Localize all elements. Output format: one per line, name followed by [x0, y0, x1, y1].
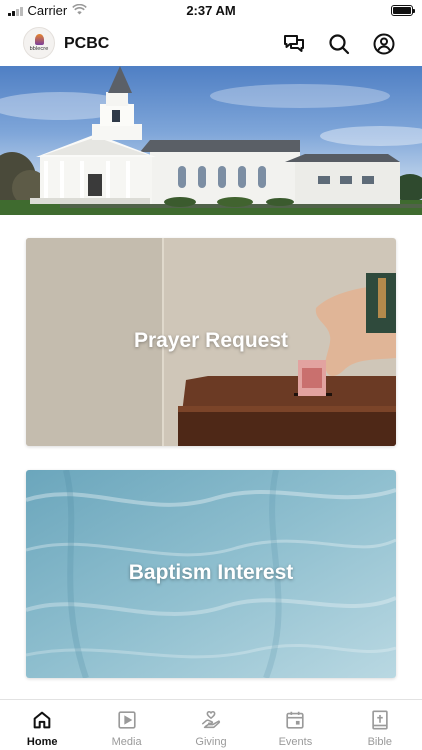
app-header: bblecre PCBC [0, 22, 422, 66]
baptism-interest-title: Baptism Interest [128, 561, 294, 584]
tab-media-label: Media [111, 736, 142, 748]
church-hero-image [0, 66, 422, 215]
tab-giving[interactable]: Giving [169, 700, 253, 750]
battery-icon [391, 5, 415, 16]
tab-bible[interactable]: Bible [338, 700, 422, 750]
media-icon [116, 709, 138, 731]
status-bar: Carrier 2:37 AM [0, 0, 422, 22]
status-time: 2:37 AM [186, 3, 236, 18]
profile-icon[interactable] [372, 32, 396, 56]
bottom-tab-bar: Home Media Giving Events Bible [0, 699, 422, 750]
bible-icon [369, 709, 391, 731]
prayer-request-card[interactable]: Prayer Request [26, 238, 396, 446]
tab-bible-label: Bible [367, 736, 393, 748]
home-icon [31, 709, 53, 731]
events-icon [284, 709, 306, 731]
tab-giving-label: Giving [195, 736, 227, 748]
logo-flame-icon [34, 34, 44, 45]
church-logo[interactable]: bblecre [23, 27, 55, 59]
tab-events[interactable]: Events [253, 700, 337, 750]
prayer-request-title: Prayer Request [133, 329, 289, 352]
search-icon[interactable] [327, 32, 351, 56]
baptism-interest-card[interactable]: Baptism Interest [26, 470, 396, 678]
chat-icon[interactable] [282, 32, 306, 56]
tab-media[interactable]: Media [84, 700, 168, 750]
tab-home[interactable]: Home [0, 700, 84, 750]
logo-text: bblecre [29, 46, 49, 52]
tab-home-label: Home [26, 736, 58, 748]
app-title: PCBC [64, 35, 110, 52]
tab-events-label: Events [278, 736, 313, 748]
giving-icon [200, 709, 222, 731]
